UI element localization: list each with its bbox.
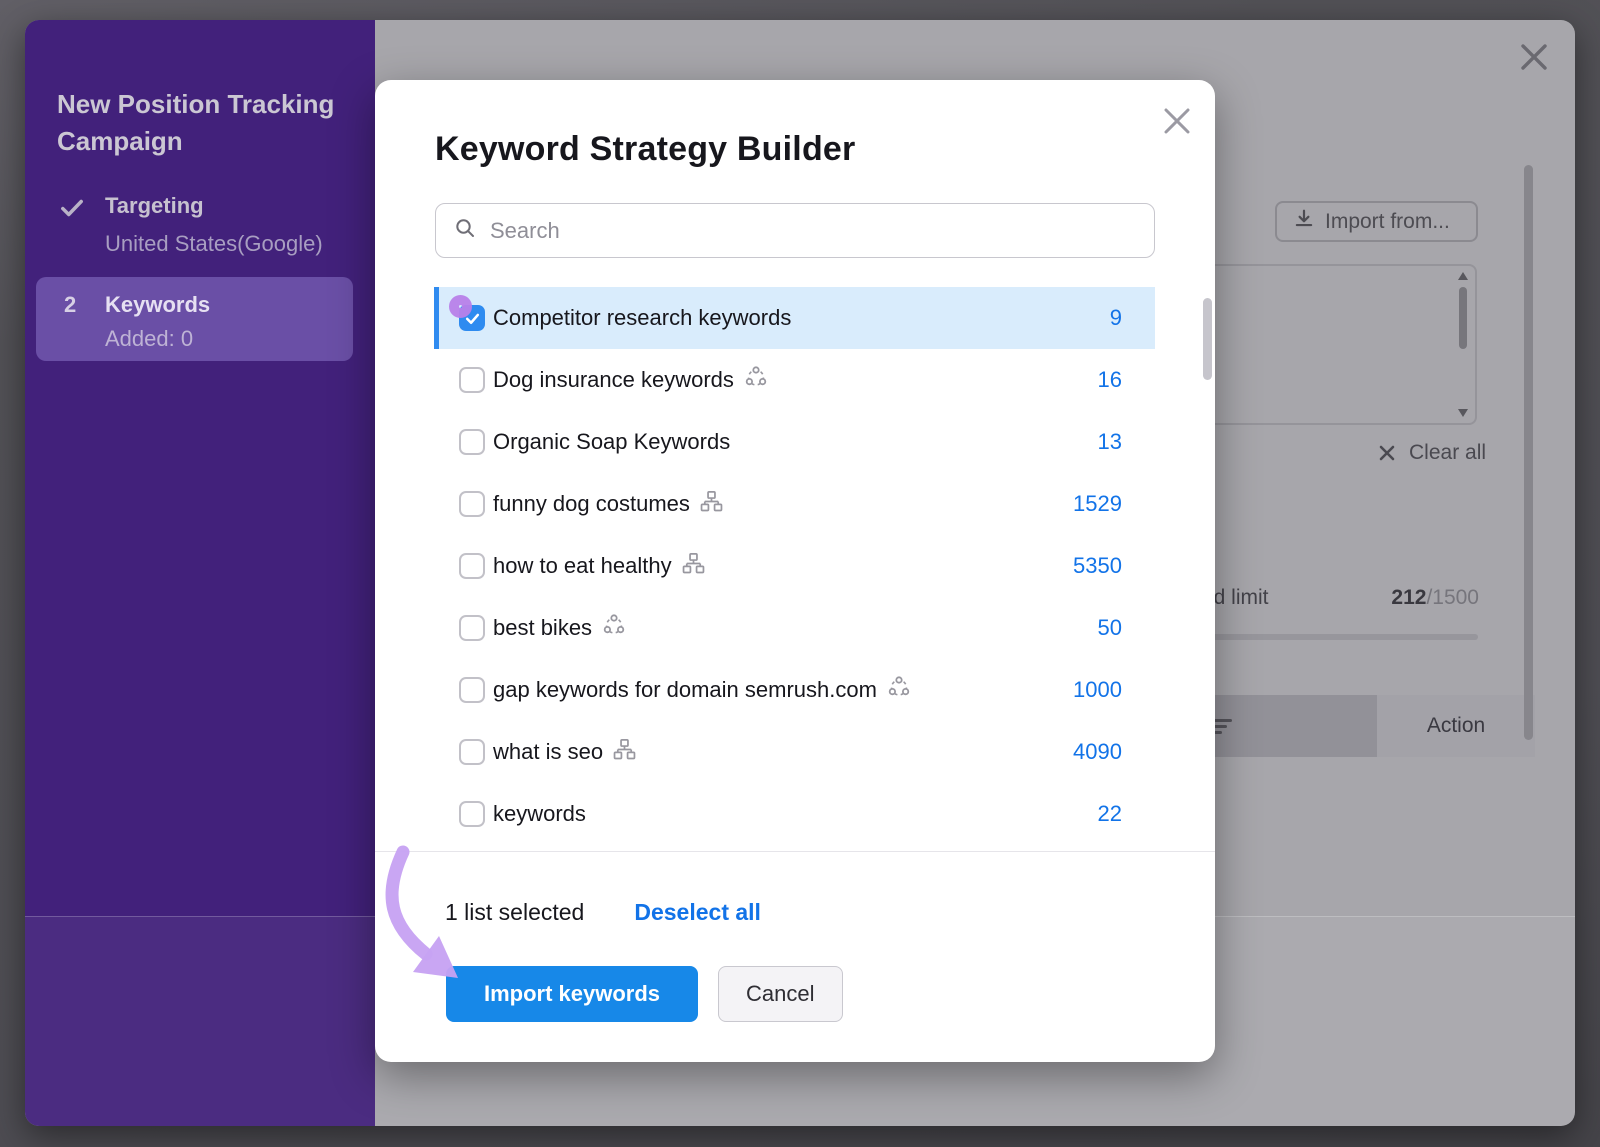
search-input[interactable] [488, 217, 1136, 245]
list-item[interactable]: what is seo 4090 [435, 721, 1155, 783]
list-name: gap keywords for domain semrush.com [493, 677, 877, 703]
campaign-title: New Position Tracking Campaign [57, 86, 357, 160]
keyword-count: 22 [1098, 801, 1122, 827]
keyword-count: 16 [1098, 367, 1122, 393]
sidebar-step-keywords[interactable]: 2 Keywords Added: 0 [36, 277, 353, 361]
list-item[interactable]: how to eat healthy 5350 [435, 535, 1155, 597]
list-name: Dog insurance keywords [493, 367, 734, 393]
search-icon [454, 217, 476, 244]
clear-x-icon [1377, 443, 1397, 463]
list-item[interactable]: Competitor research keywords 9 [435, 287, 1155, 349]
cluster-icon [887, 675, 911, 705]
cancel-button[interactable]: Cancel [718, 966, 842, 1022]
check-icon [59, 195, 85, 226]
sitemap-icon [700, 490, 723, 519]
keyword-strategy-builder-modal: Keyword Strategy Builder Competitor rese… [375, 80, 1215, 1062]
window-close-icon[interactable] [1518, 41, 1550, 73]
list-item[interactable]: Dog insurance keywords 16 [435, 349, 1155, 411]
checkbox[interactable] [459, 615, 485, 641]
footer-divider [375, 851, 1215, 852]
step-number: 2 [64, 292, 76, 318]
checkbox[interactable] [459, 367, 485, 393]
list-name: what is seo [493, 739, 603, 765]
checkbox[interactable] [459, 491, 485, 517]
list-item[interactable]: gap keywords for domain semrush.com 1000 [435, 659, 1155, 721]
modal-close-icon[interactable] [1161, 105, 1193, 137]
selected-count-text: 1 list selected [445, 899, 584, 926]
keyword-count: 9 [1110, 305, 1122, 331]
import-keywords-button[interactable]: Import keywords [446, 966, 698, 1022]
checkbox-checked[interactable] [459, 305, 485, 331]
limit-used: 212 [1391, 586, 1426, 609]
sidebar-step-targeting: Targeting [105, 193, 204, 219]
keyword-count: 1000 [1073, 677, 1122, 703]
list-item[interactable]: funny dog costumes 1529 [435, 473, 1155, 535]
checkbox[interactable] [459, 801, 485, 827]
import-from-label: Import from... [1325, 210, 1450, 234]
scroll-up-icon[interactable] [1458, 272, 1468, 280]
limit-max: /1500 [1426, 586, 1479, 609]
sort-icon[interactable] [1214, 716, 1232, 737]
import-from-button[interactable]: Import from... [1275, 201, 1478, 242]
sitemap-icon [682, 552, 705, 581]
checkbox[interactable] [459, 739, 485, 765]
keyword-count: 50 [1098, 615, 1122, 641]
targeting-value: United States(Google) [105, 231, 323, 257]
keyword-lists: Competitor research keywords 9 Dog insur… [435, 287, 1155, 845]
keyword-count: 5350 [1073, 553, 1122, 579]
window-scrollbar[interactable] [1524, 165, 1533, 740]
scrollbar-thumb[interactable] [1459, 287, 1467, 349]
scroll-down-icon[interactable] [1458, 409, 1468, 417]
list-item[interactable]: Organic Soap Keywords 13 [435, 411, 1155, 473]
keyword-limit-row: ord limit 212/1500 [1195, 586, 1479, 610]
table-header-action: Action [1377, 695, 1535, 757]
list-name: keywords [493, 801, 586, 827]
clear-all-label: Clear all [1409, 441, 1486, 465]
sitemap-icon [613, 738, 636, 767]
clear-all-button[interactable]: Clear all [1377, 441, 1486, 465]
textarea-scrollbar[interactable] [1457, 270, 1469, 419]
cluster-icon [744, 365, 768, 395]
step-label: Keywords [105, 292, 210, 318]
download-icon [1293, 208, 1315, 236]
checkbox[interactable] [459, 677, 485, 703]
search-box[interactable] [435, 203, 1155, 258]
keyword-count: 1529 [1073, 491, 1122, 517]
list-name: funny dog costumes [493, 491, 690, 517]
keyword-limit-value: 212/1500 [1391, 586, 1479, 610]
step-sublabel: Added: 0 [105, 326, 193, 352]
checkbox[interactable] [459, 429, 485, 455]
modal-title: Keyword Strategy Builder [435, 130, 855, 169]
list-name: Competitor research keywords [493, 305, 791, 331]
list-name: Organic Soap Keywords [493, 429, 730, 455]
keyword-limit-progressbar [1170, 634, 1478, 640]
modal-list-scrollbar[interactable] [1203, 298, 1212, 380]
cluster-icon [602, 613, 626, 643]
checkbox[interactable] [459, 553, 485, 579]
action-header-label: Action [1427, 714, 1485, 738]
list-name: best bikes [493, 615, 592, 641]
deselect-all-link[interactable]: Deselect all [634, 899, 761, 926]
list-name: how to eat healthy [493, 553, 672, 579]
list-item[interactable]: best bikes 50 [435, 597, 1155, 659]
list-item[interactable]: keywords 22 [435, 783, 1155, 845]
keyword-count: 4090 [1073, 739, 1122, 765]
keyword-count: 13 [1098, 429, 1122, 455]
